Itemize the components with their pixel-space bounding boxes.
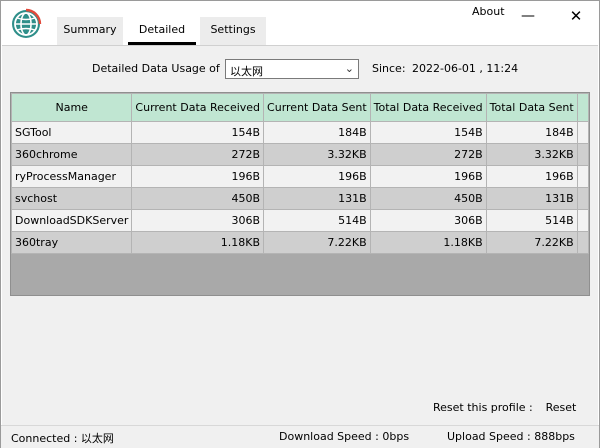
- cell-filler: [576, 209, 589, 232]
- title-bar: Summary Detailed Settings About — ✕: [1, 1, 599, 47]
- tab-detailed[interactable]: Detailed: [128, 17, 196, 45]
- cell-filler: [576, 165, 589, 188]
- cell-current-received: 1.18KB: [131, 231, 265, 254]
- reset-profile-label: Reset this profile :: [433, 401, 533, 414]
- data-usage-grid[interactable]: Name Current Data Received Current Data …: [10, 92, 590, 296]
- cell-current-sent: 196B: [263, 165, 371, 188]
- cell-current-received: 450B: [131, 187, 265, 210]
- app-window: Summary Detailed Settings About — ✕ Deta…: [0, 0, 600, 448]
- cell-filler: [576, 187, 589, 210]
- table-row[interactable]: 360chrome 272B 3.32KB 272B 3.32KB: [11, 143, 589, 166]
- cell-current-sent: 3.32KB: [263, 143, 371, 166]
- cell-total-received: 306B: [369, 209, 487, 232]
- column-header-total-sent[interactable]: Total Data Sent: [485, 93, 578, 122]
- cell-total-received: 154B: [369, 121, 487, 144]
- table-header-row: Name Current Data Received Current Data …: [11, 93, 589, 122]
- cell-name: SGTool: [11, 121, 133, 144]
- data-usage-table: Name Current Data Received Current Data …: [11, 93, 589, 254]
- cell-filler: [576, 143, 589, 166]
- column-header-name[interactable]: Name: [11, 93, 133, 122]
- status-bar: Connected : 以太网 Download Speed : 0bps Up…: [1, 425, 599, 448]
- cell-total-sent: 514B: [485, 209, 578, 232]
- about-link[interactable]: About: [472, 5, 505, 18]
- column-header-total-received[interactable]: Total Data Received: [369, 93, 487, 122]
- globe-icon: [12, 8, 42, 38]
- tab-settings[interactable]: Settings: [200, 17, 266, 45]
- column-header-current-received[interactable]: Current Data Received: [131, 93, 265, 122]
- table-row[interactable]: 360tray 1.18KB 7.22KB 1.18KB 7.22KB: [11, 231, 589, 254]
- cell-total-received: 1.18KB: [369, 231, 487, 254]
- adapter-select-value: 以太网: [230, 65, 263, 78]
- tab-detailed-label: Detailed: [138, 23, 186, 36]
- cell-total-sent: 184B: [485, 121, 578, 144]
- since-value: 2022-06-01 , 11:24: [412, 62, 519, 75]
- usage-label: Detailed Data Usage of: [92, 62, 220, 75]
- detailed-panel: Detailed Data Usage of 以太网 ⌄ Since: 2022…: [2, 45, 598, 448]
- cell-name: svchost: [11, 187, 133, 210]
- tab-summary[interactable]: Summary: [57, 17, 123, 45]
- column-header-current-sent[interactable]: Current Data Sent: [263, 93, 371, 122]
- cell-total-sent: 7.22KB: [485, 231, 578, 254]
- cell-current-sent: 184B: [263, 121, 371, 144]
- table-row[interactable]: ryProcessManager 196B 196B 196B 196B: [11, 165, 589, 188]
- cell-total-sent: 3.32KB: [485, 143, 578, 166]
- minimize-button[interactable]: —: [516, 7, 540, 27]
- chevron-down-icon: ⌄: [344, 62, 354, 75]
- cell-name: DownloadSDKServer: [11, 209, 133, 232]
- table-row[interactable]: SGTool 154B 184B 154B 184B: [11, 121, 589, 144]
- cell-name: 360chrome: [11, 143, 133, 166]
- cell-current-received: 196B: [131, 165, 265, 188]
- cell-total-sent: 131B: [485, 187, 578, 210]
- cell-filler: [576, 231, 589, 254]
- cell-current-received: 154B: [131, 121, 265, 144]
- cell-current-sent: 514B: [263, 209, 371, 232]
- cell-name: 360tray: [11, 231, 133, 254]
- column-header-filler: [576, 93, 589, 122]
- table-row[interactable]: svchost 450B 131B 450B 131B: [11, 187, 589, 210]
- upload-speed: Upload Speed : 888bps: [447, 430, 575, 443]
- since-label: Since:: [372, 62, 406, 75]
- download-speed: Download Speed : 0bps: [279, 430, 410, 443]
- table-row[interactable]: DownloadSDKServer 306B 514B 306B 514B: [11, 209, 589, 232]
- reset-button[interactable]: Reset: [542, 398, 580, 418]
- cell-total-received: 450B: [369, 187, 487, 210]
- cell-current-received: 306B: [131, 209, 265, 232]
- cell-total-received: 272B: [369, 143, 487, 166]
- connection-status: Connected : 以太网: [11, 432, 114, 445]
- cell-current-received: 272B: [131, 143, 265, 166]
- cell-total-sent: 196B: [485, 165, 578, 188]
- close-button[interactable]: ✕: [564, 7, 588, 27]
- cell-current-sent: 7.22KB: [263, 231, 371, 254]
- adapter-select[interactable]: 以太网 ⌄: [225, 59, 359, 79]
- cell-current-sent: 131B: [263, 187, 371, 210]
- cell-filler: [576, 121, 589, 144]
- cell-name: ryProcessManager: [11, 165, 133, 188]
- cell-total-received: 196B: [369, 165, 487, 188]
